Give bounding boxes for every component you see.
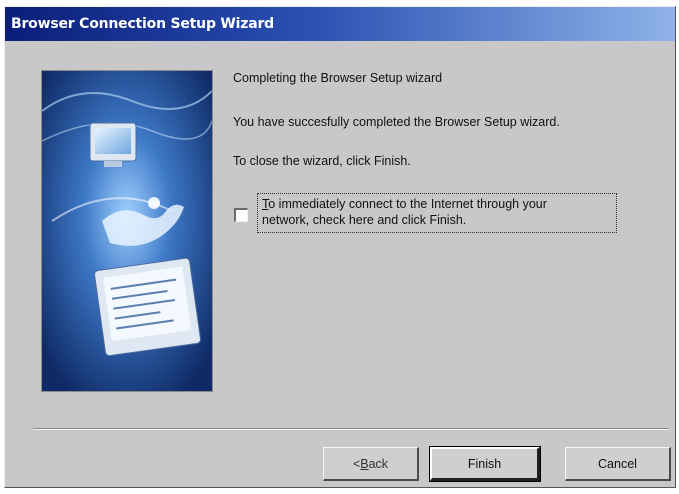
window-title: Browser Connection Setup Wizard — [11, 16, 274, 32]
label-line1: o immediately connect to the Internet th… — [268, 197, 547, 211]
back-accelerator: B — [360, 456, 369, 471]
back-label: ack — [368, 456, 389, 471]
wizard-heading: Completing the Browser Setup wizard — [233, 71, 443, 85]
back-prefix: < — [352, 456, 361, 471]
cancel-button[interactable]: Cancel — [565, 447, 671, 481]
title-bar[interactable]: Browser Connection Setup Wizard — [5, 7, 675, 41]
success-message: You have succesfully completed the Brows… — [233, 115, 560, 129]
wizard-illustration-icon — [42, 71, 212, 391]
connect-now-checkbox[interactable] — [234, 208, 248, 222]
connect-now-label[interactable]: To immediately connect to the Internet t… — [257, 193, 617, 233]
finish-button[interactable]: Finish — [429, 446, 541, 482]
back-button[interactable]: < Back — [323, 447, 419, 481]
button-separator — [33, 428, 669, 430]
wizard-window: Browser Connection Setup Wizard Completi… — [4, 6, 676, 488]
finish-label: Finish — [467, 456, 502, 471]
label-line2: network, check here and click Finish. — [262, 213, 467, 227]
cancel-label: Cancel — [598, 456, 637, 471]
close-hint: To close the wizard, click Finish. — [233, 154, 411, 168]
wizard-illustration — [41, 70, 213, 392]
